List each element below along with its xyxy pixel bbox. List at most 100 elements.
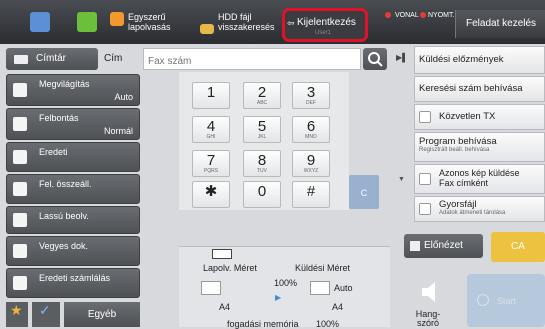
- print-led-icon: [420, 12, 426, 18]
- resolution-label: Felbontás: [39, 113, 79, 123]
- check-button[interactable]: ✓: [32, 302, 60, 327]
- preview-label: Előnézet: [424, 240, 463, 251]
- key-star-glyph: ✱: [204, 183, 218, 200]
- original-count-icon: [13, 276, 27, 290]
- key-4-letters: GHI: [206, 134, 216, 140]
- start-label: Start: [497, 296, 517, 306]
- quick-scan-button[interactable]: Egyszerű lapolvasás: [128, 12, 171, 32]
- address-book-label: Címtár: [36, 53, 66, 64]
- job-status-label: Feladat kezelés: [466, 18, 537, 29]
- job-build-label: Fel. összeáll.: [39, 179, 92, 189]
- check-icon: ✓: [39, 302, 51, 318]
- hdd-label-1: HDD fájl: [218, 12, 252, 22]
- key-hash[interactable]: #: [292, 181, 330, 208]
- key-3-digit: 3: [306, 84, 316, 101]
- chevron-right-icon: ▶▌: [396, 53, 408, 62]
- hdd-search-button[interactable]: HDD fájl visszakeresés: [218, 12, 275, 32]
- speaker-button[interactable]: Hang- szóró: [398, 276, 458, 328]
- keypad: 1 2 ABC 3 DEF 4 GHI 5 JKL 6 MNO 7 PQRS 8 TUV 9W…: [179, 72, 349, 210]
- quick-file-checkbox[interactable]: [419, 203, 431, 215]
- speaker-icon: [422, 282, 435, 302]
- fax-number-input[interactable]: [143, 48, 361, 70]
- key-5[interactable]: 5 JKL: [243, 116, 281, 143]
- ratio-value: 100%: [274, 278, 298, 288]
- send-size-label: Küldési Méret: [295, 263, 351, 273]
- quick-file-button[interactable]: Gyorsfájl Adatok átmeneti tárolása: [414, 196, 545, 222]
- original-count-label: Eredeti számlálás: [39, 273, 111, 283]
- key-hash-glyph: #: [306, 183, 316, 200]
- same-image-checkbox[interactable]: [419, 173, 431, 185]
- mixed-size-button[interactable]: Vegyes dok.: [6, 236, 140, 266]
- exposure-label: Megvilágítás: [39, 79, 90, 89]
- home-icon[interactable]: [30, 12, 50, 32]
- send-size-value: A4: [332, 302, 344, 312]
- start-button[interactable]: Start: [467, 274, 545, 327]
- key-2[interactable]: 2 ABC: [243, 82, 281, 109]
- key-1[interactable]: 1: [192, 82, 230, 109]
- top-bar: Egyszerű lapolvasás HDD fájl visszakeres…: [0, 0, 545, 44]
- line-status: VONAL: [395, 12, 419, 19]
- settings-strip[interactable]: Lapolv. Méret Küldési Méret 100% Auto ▶ …: [179, 246, 390, 329]
- key-2-letters: ABC: [256, 100, 268, 106]
- job-build-button[interactable]: Fel. összeáll.: [6, 174, 140, 204]
- original-button[interactable]: Eredeti: [6, 142, 140, 172]
- key-7[interactable]: 7 PQRS: [192, 150, 230, 177]
- recall-number-button[interactable]: Keresési szám behívása: [414, 76, 545, 102]
- send-history-label: Küldési előzmények: [419, 54, 504, 65]
- key-3-letters: DEF: [306, 100, 316, 106]
- preview-button[interactable]: Előnézet: [404, 234, 483, 258]
- clear-all-button[interactable]: CA: [491, 232, 545, 262]
- original-count-button[interactable]: Eredeti számlálás: [6, 268, 140, 298]
- clear-button[interactable]: C: [349, 175, 379, 209]
- key-0[interactable]: 0: [243, 181, 281, 208]
- logout-button[interactable]: ⇦ Kijelentkezés User1: [282, 8, 368, 42]
- key-3[interactable]: 3 DEF: [292, 82, 330, 109]
- resolution-button[interactable]: Felbontás Normál: [6, 108, 140, 140]
- exposure-button[interactable]: Megvilágítás Auto: [6, 74, 140, 106]
- same-image-fax-button[interactable]: Azonos kép küldése Fax címként: [414, 164, 545, 194]
- resolution-icon: [13, 117, 27, 131]
- orig-size-label: Lapolv. Méret: [203, 263, 257, 273]
- direct-tx-button[interactable]: Közvetlen TX: [414, 104, 545, 130]
- send-paper-icon: [310, 281, 330, 295]
- document-icon: [212, 249, 232, 259]
- logout-label: Kijelentkezés: [297, 17, 356, 28]
- key-9[interactable]: 9 WXYZ: [292, 150, 330, 177]
- scroll-down-icon[interactable]: ▼: [398, 176, 405, 183]
- clear-label: C: [360, 188, 368, 198]
- program-recall-button[interactable]: Program behívása Regisztrált beáll. behí…: [414, 132, 545, 162]
- key-6[interactable]: 6 MNO: [292, 116, 330, 143]
- other-button[interactable]: Egyéb: [64, 302, 140, 327]
- favorites-button[interactable]: ★: [6, 302, 28, 327]
- send-auto: Auto: [334, 283, 353, 293]
- easy-mode-icon[interactable]: [77, 12, 97, 32]
- paper-icon: [201, 281, 221, 295]
- direct-tx-label: Közvetlen TX: [439, 111, 496, 122]
- mixed-size-label: Vegyes dok.: [39, 241, 89, 251]
- logout-icon: ⇦: [287, 18, 295, 28]
- key-8-letters: TUV: [257, 168, 267, 174]
- direct-tx-checkbox[interactable]: [419, 111, 431, 123]
- key-2-digit: 2: [257, 84, 267, 101]
- job-build-icon: [13, 182, 27, 196]
- search-button[interactable]: [363, 48, 387, 70]
- logout-user: User1: [315, 30, 332, 36]
- quick-scan-label-1: Egyszerű: [128, 12, 166, 22]
- start-icon: [477, 294, 489, 306]
- star-icon: ★: [10, 302, 23, 318]
- key-8[interactable]: 8 TUV: [243, 150, 281, 177]
- job-status-button[interactable]: Feladat kezelés: [455, 10, 545, 38]
- key-8-digit: 8: [257, 152, 267, 169]
- key-4-digit: 4: [206, 118, 216, 135]
- key-5-digit: 5: [257, 118, 267, 135]
- key-9-digit: 9: [306, 152, 316, 169]
- recall-number-label: Keresési szám behívása: [419, 83, 523, 94]
- key-4[interactable]: 4 GHI: [192, 116, 230, 143]
- send-history-button[interactable]: Küldési előzmények: [414, 46, 545, 74]
- address-book-button[interactable]: Címtár: [6, 48, 98, 70]
- slow-scan-button[interactable]: Lassú beolv.: [6, 206, 140, 234]
- quick-scan-icon[interactable]: [110, 12, 124, 26]
- collapse-panel-button[interactable]: ▶▌: [396, 53, 410, 69]
- key-6-letters: MNO: [305, 134, 317, 140]
- key-star[interactable]: ✱: [192, 181, 230, 208]
